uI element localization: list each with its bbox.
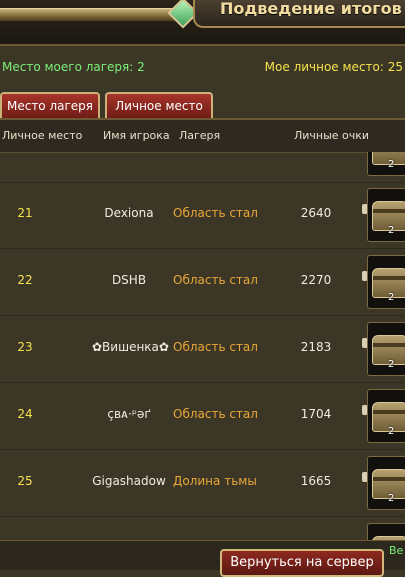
- reward-slot[interactable]: 2: [367, 322, 405, 376]
- reward-count: 2: [388, 493, 395, 504]
- table-row: 24 çʙᴀ·ᵖəґ Область стал 1704 2: [0, 383, 405, 450]
- reward-count: 2: [388, 426, 395, 437]
- return-to-server-button[interactable]: Вернуться на сервер: [220, 549, 384, 577]
- table-header: Личное место Имя игрока Лагеря Личные оч…: [0, 120, 405, 153]
- header-camp: Лагеря: [179, 129, 221, 142]
- window-title: Подведение итогов: [220, 0, 402, 18]
- player-name-cell: DSHB: [111, 273, 147, 287]
- reward-slot[interactable]: 2: [367, 389, 405, 443]
- player-name-cell: Dexiona: [104, 206, 154, 220]
- reward-slot[interactable]: 2: [367, 255, 405, 309]
- reward-count: 2: [388, 292, 395, 303]
- player-name-cell: ✿Вишенка✿: [92, 340, 169, 354]
- table-row: 23 ✿Вишенка✿ Область стал 2183 2: [0, 316, 405, 383]
- rank-cell: 25: [17, 474, 33, 488]
- player-name-cell: çʙᴀ·ᵖəґ: [107, 407, 151, 421]
- footer-bar: Вернуться на сервер Ве на: [0, 540, 405, 577]
- chest-band: [373, 209, 405, 213]
- table-row: 2: [0, 152, 405, 183]
- camp-cell: Долина тьмы: [173, 474, 257, 488]
- reward-count: 2: [388, 159, 395, 170]
- chest-band: [373, 477, 405, 481]
- camp-cell: Область стал: [173, 340, 258, 354]
- tab-camp-place[interactable]: Место лагеря: [0, 92, 100, 118]
- camp-place-text: Место моего лагеря: 2: [2, 60, 145, 74]
- camp-cell: Область стал: [173, 206, 258, 220]
- chest-band: [373, 276, 405, 280]
- rank-cell: 21: [17, 206, 33, 220]
- points-cell: 1665: [300, 474, 332, 488]
- rank-cell: 24: [17, 407, 33, 421]
- title-ornament: [0, 8, 190, 22]
- header-name: Имя игрока: [103, 129, 170, 142]
- player-name-cell: Gigashadow: [92, 474, 166, 488]
- table-row: 22 DSHB Область стал 2270 2: [0, 249, 405, 316]
- points-cell: 1704: [300, 407, 332, 421]
- chest-band: [373, 343, 405, 347]
- header-points: Личные очки: [294, 129, 370, 142]
- summary-info: Место моего лагеря: 2 Мое личное место: …: [0, 56, 405, 78]
- reward-slot[interactable]: 2: [367, 456, 405, 510]
- points-cell: 2640: [300, 206, 332, 220]
- chest-band: [373, 410, 405, 414]
- reward-slot[interactable]: 2: [367, 188, 405, 242]
- reward-count: 2: [388, 225, 395, 236]
- header-rank: Личное место: [2, 129, 83, 142]
- camp-cell: Область стал: [173, 273, 258, 287]
- title-bar: Подведение итогов: [0, 0, 405, 46]
- ranking-table[interactable]: 2 21 Dexiona Область стал 2640 2 22 DSHB…: [0, 152, 405, 542]
- footer-note: Ве на: [389, 545, 405, 557]
- personal-place-text: Мое личное место: 25: [264, 60, 403, 74]
- points-cell: 2270: [300, 273, 332, 287]
- table-row: 21 Dexiona Область стал 2640 2: [0, 182, 405, 249]
- tab-bar: Место лагеря Личное место: [0, 90, 405, 118]
- rank-cell: 23: [17, 340, 33, 354]
- table-row: [0, 517, 405, 542]
- tab-personal-place[interactable]: Личное место: [105, 92, 213, 118]
- table-row: 25 Gigashadow Долина тьмы 1665 2: [0, 450, 405, 517]
- camp-cell: Область стал: [173, 407, 258, 421]
- points-cell: 2183: [300, 340, 332, 354]
- reward-slot[interactable]: 2: [367, 152, 405, 176]
- rank-cell: 22: [17, 273, 33, 287]
- reward-count: 2: [388, 359, 395, 370]
